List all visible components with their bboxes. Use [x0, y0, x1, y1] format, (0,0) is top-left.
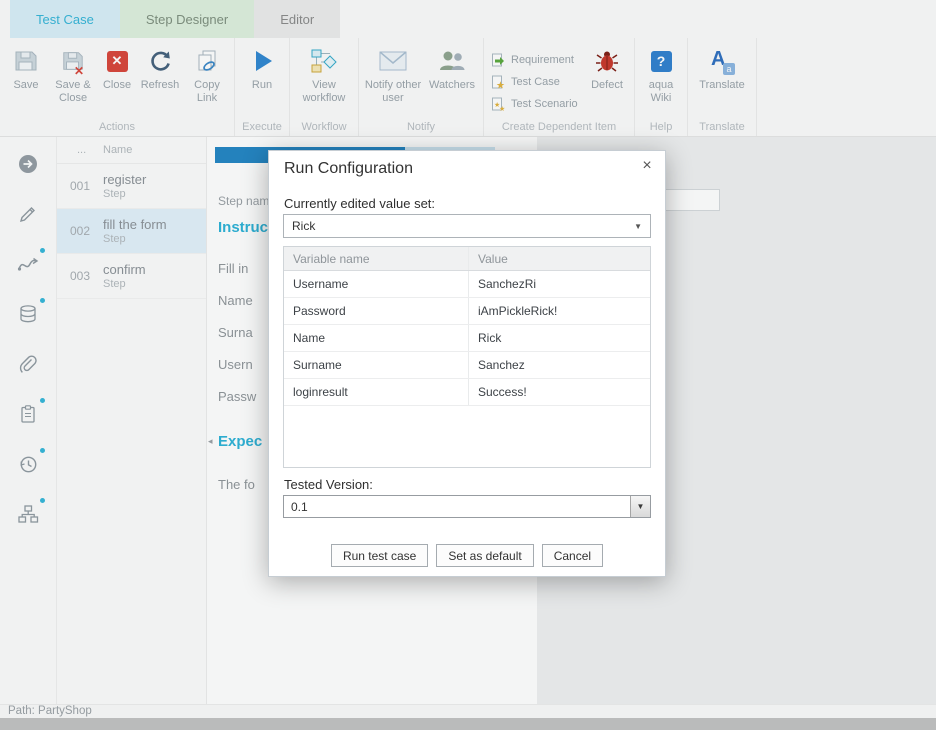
tested-version-combo[interactable]: 0.1 ▼	[283, 495, 651, 518]
variable-name-cell: Name	[284, 325, 469, 351]
dialog-title: Run Configuration	[284, 160, 413, 178]
table-header: Variable name Value	[284, 247, 650, 271]
dialog-close-button[interactable]: ×	[637, 156, 657, 176]
variable-value-cell[interactable]: SanchezRi	[469, 277, 536, 291]
variable-value-cell[interactable]: Success!	[469, 385, 527, 399]
tested-version-value: 0.1	[284, 500, 630, 514]
dialog-buttons: Run test case Set as default Cancel	[269, 544, 665, 567]
value-set-selected-value: Rick	[292, 219, 315, 233]
variable-name-cell: Surname	[284, 352, 469, 378]
col-value: Value	[469, 252, 508, 266]
run-configuration-dialog: Run Configuration × Currently edited val…	[268, 150, 666, 577]
chevron-down-icon: ▼	[634, 222, 642, 231]
app-window: Test Case Step Designer Editor Save ✕ Sa…	[0, 0, 936, 730]
value-set-select[interactable]: Rick ▼	[283, 214, 651, 238]
variable-row: loginresult Success!	[284, 379, 650, 406]
combo-dropdown-button[interactable]: ▼	[630, 496, 650, 517]
run-test-case-button[interactable]: Run test case	[331, 544, 428, 567]
variable-value-cell[interactable]: Sanchez	[469, 358, 525, 372]
value-set-label: Currently edited value set:	[284, 196, 435, 211]
variable-row: Password iAmPickleRick!	[284, 298, 650, 325]
cancel-button[interactable]: Cancel	[542, 544, 603, 567]
variable-name-cell: loginresult	[284, 379, 469, 405]
variable-value-cell[interactable]: iAmPickleRick!	[469, 304, 557, 318]
variable-name-cell: Password	[284, 298, 469, 324]
variable-value-cell[interactable]: Rick	[469, 331, 501, 345]
set-as-default-button[interactable]: Set as default	[436, 544, 533, 567]
variable-row: Username SanchezRi	[284, 271, 650, 298]
variable-name-cell: Username	[284, 271, 469, 297]
variable-row: Name Rick	[284, 325, 650, 352]
variable-row: Surname Sanchez	[284, 352, 650, 379]
variables-table: Variable name Value Username SanchezRi P…	[283, 246, 651, 468]
col-variable-name: Variable name	[284, 247, 469, 270]
tested-version-label: Tested Version:	[284, 477, 373, 492]
